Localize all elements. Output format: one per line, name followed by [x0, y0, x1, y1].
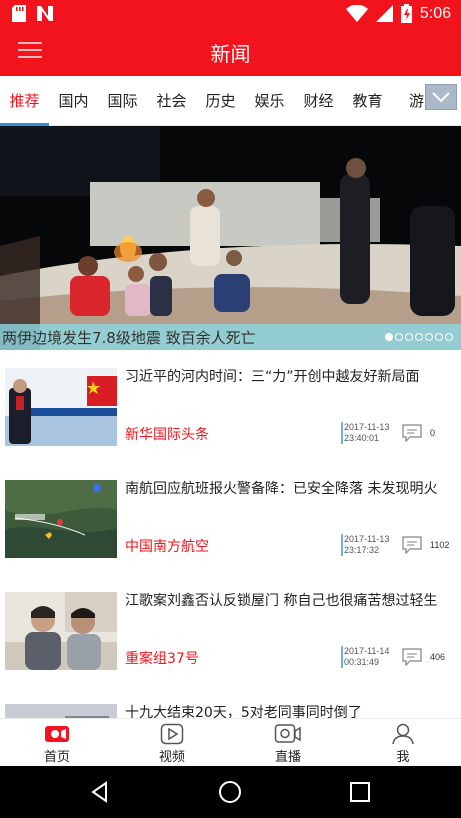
page-title: 新闻 — [210, 42, 251, 66]
nav-home[interactable]: 首页 — [7, 719, 107, 767]
battery-icon — [400, 4, 412, 23]
news-datetime: 2017-11-13 23:40:01 — [341, 422, 389, 444]
news-date: 2017-11-13 — [344, 422, 390, 432]
news-item[interactable]: 江歌案刘鑫否认反锁屋门 称自己也很痛苦想过轻生 重案组37号 2017-11-1… — [0, 574, 461, 686]
banner-caption: 两伊边境发生7.8级地震 致百余人死亡 — [2, 329, 256, 347]
more-tabs-button[interactable] — [425, 84, 457, 110]
news-time: 23:40:01 — [344, 433, 380, 443]
nav-video-label: 视频 — [158, 750, 185, 765]
news-datetime: 2017-11-13 23:17:32 — [341, 534, 389, 556]
carousel-dot[interactable] — [415, 333, 423, 341]
news-app-screen: 5:06 新闻 推荐 国内 国际 社会 历史 娱乐 财经 教育 游 两伊边境发生… — [0, 0, 461, 818]
play-icon — [160, 723, 184, 745]
news-item[interactable]: 习近平的河内时间：三“力”开创中越友好新局面 新华国际头条 2017-11-13… — [0, 350, 461, 462]
status-left-icons — [12, 5, 54, 22]
notification-n-icon — [37, 6, 53, 21]
status-right-icons: 5:06 — [345, 4, 451, 23]
news-source[interactable]: 中国南方航空 — [125, 536, 209, 556]
camera-icon — [274, 724, 301, 743]
comment-count: 0 — [430, 428, 436, 438]
sd-card-icon — [12, 5, 26, 22]
home-video-icon — [45, 726, 69, 742]
carousel-dot[interactable] — [395, 333, 403, 341]
recents-square-icon[interactable] — [348, 780, 372, 804]
signal-icon — [375, 5, 393, 22]
nav-me-label: 我 — [396, 750, 410, 765]
tab-education[interactable]: 教育 — [343, 76, 392, 126]
wifi-icon — [345, 5, 368, 22]
news-date: 2017-11-13 — [344, 534, 390, 544]
category-tabs: 推荐 国内 国际 社会 历史 娱乐 财经 教育 游 — [0, 76, 461, 126]
news-thumbnail — [5, 480, 117, 558]
tab-strip: 推荐 国内 国际 社会 历史 娱乐 财经 教育 游 — [0, 76, 441, 126]
bottom-navigation: 首页 视频 直播 我 — [0, 718, 461, 766]
news-headline: 江歌案刘鑫否认反锁屋门 称自己也很痛苦想过轻生 — [125, 593, 438, 609]
news-headline: 南航回应航班报火警备降：已安全降落 未发现明火 — [125, 481, 438, 497]
headline-banner[interactable]: 两伊边境发生7.8级地震 致百余人死亡 — [0, 126, 461, 350]
back-icon[interactable] — [88, 780, 112, 804]
comment-icon[interactable] — [401, 648, 423, 666]
news-date: 2017-11-14 — [344, 646, 390, 656]
carousel-dot[interactable] — [425, 333, 433, 341]
carousel-dot[interactable] — [445, 333, 453, 341]
news-source[interactable]: 重案组37号 — [125, 648, 199, 668]
status-time: 5:06 — [419, 4, 451, 22]
banner-photo — [0, 126, 461, 350]
system-navigation-bar — [0, 766, 461, 818]
status-bar: 5:06 — [0, 0, 461, 28]
comment-icon[interactable] — [401, 424, 423, 442]
tab-international[interactable]: 国际 — [98, 76, 147, 126]
news-headline: 习近平的河内时间：三“力”开创中越友好新局面 — [125, 369, 420, 385]
chevron-down-icon — [432, 92, 450, 103]
banner-caption-bar: 两伊边境发生7.8级地震 致百余人死亡 — [0, 324, 461, 350]
comment-icon[interactable] — [401, 536, 423, 554]
tab-finance[interactable]: 财经 — [294, 76, 343, 126]
nav-me[interactable]: 我 — [353, 719, 453, 767]
tab-domestic[interactable]: 国内 — [49, 76, 98, 126]
news-time: 00:31:49 — [344, 657, 380, 667]
carousel-dots — [385, 333, 453, 341]
tab-history[interactable]: 历史 — [196, 76, 245, 126]
news-time: 23:17:32 — [344, 545, 380, 555]
comment-count: 1102 — [430, 540, 450, 550]
news-datetime: 2017-11-14 00:31:49 — [341, 646, 389, 668]
news-item[interactable]: 南航回应航班报火警备降：已安全降落 未发现明火 中国南方航空 2017-11-1… — [0, 462, 461, 574]
news-thumbnail — [5, 592, 117, 670]
comment-count: 406 — [430, 652, 446, 662]
carousel-dot[interactable] — [405, 333, 413, 341]
nav-video[interactable]: 视频 — [122, 719, 222, 767]
tab-recommend[interactable]: 推荐 — [0, 76, 49, 126]
carousel-dot[interactable] — [435, 333, 443, 341]
nav-home-label: 首页 — [43, 750, 70, 765]
home-circle-icon[interactable] — [218, 780, 242, 804]
carousel-dot[interactable] — [385, 333, 393, 341]
tab-society[interactable]: 社会 — [147, 76, 196, 126]
tab-entertainment[interactable]: 娱乐 — [245, 76, 294, 126]
nav-live[interactable]: 直播 — [238, 719, 338, 767]
app-bar: 新闻 — [0, 28, 461, 76]
user-icon — [392, 723, 414, 745]
news-thumbnail — [5, 368, 117, 446]
nav-live-label: 直播 — [274, 750, 301, 765]
news-source[interactable]: 新华国际头条 — [125, 424, 209, 444]
